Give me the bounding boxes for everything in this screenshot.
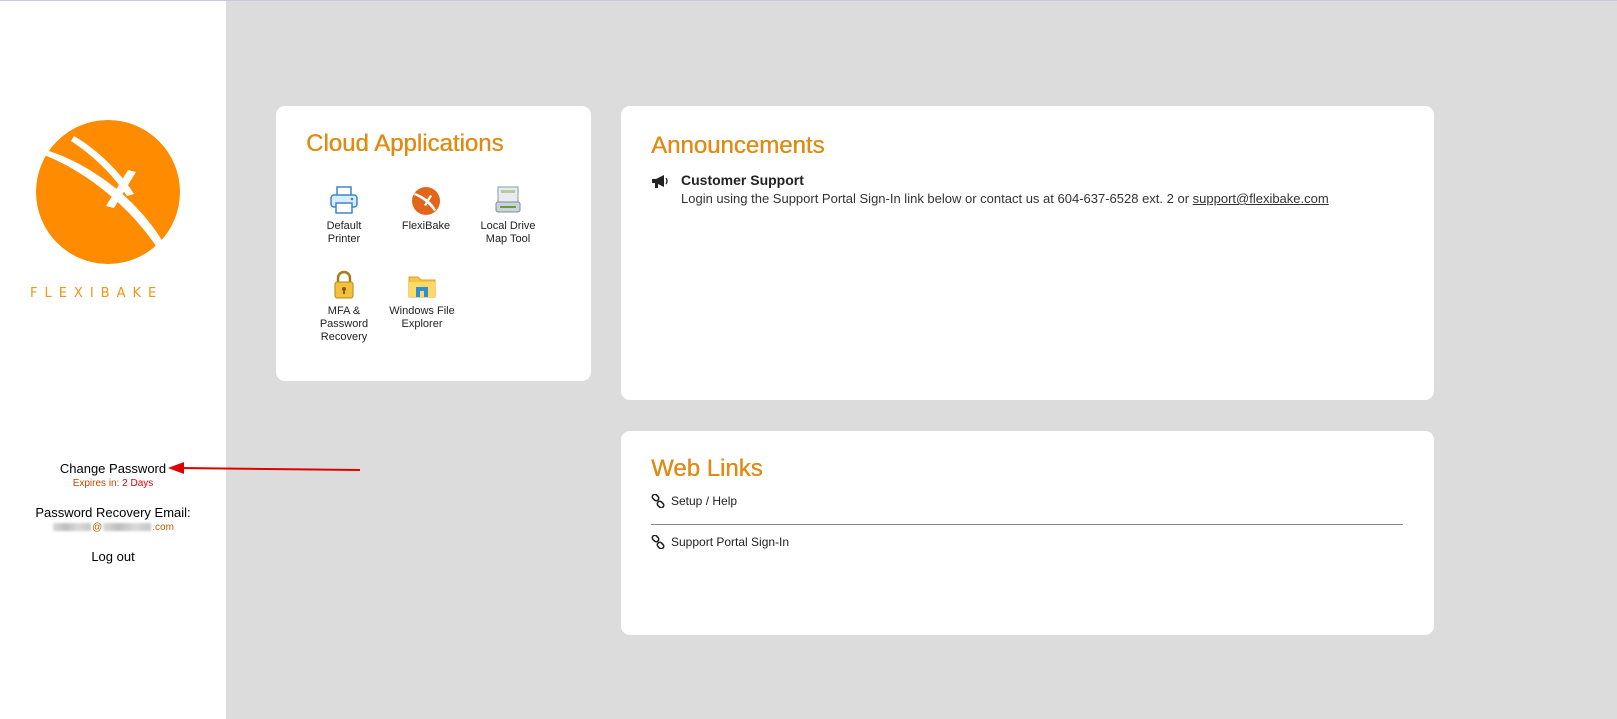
flexibake-icon (412, 187, 440, 215)
top-border (0, 0, 1617, 1)
app-label: Default (326, 220, 362, 232)
cloud-applications-title: Cloud Applications (306, 130, 504, 157)
annotation-arrow (168, 462, 361, 474)
web-links-panel: Web Links Setup / Help Support Portal Si… (621, 431, 1434, 635)
redacted-text (103, 523, 152, 532)
app-default-printer[interactable]: Default Printer (304, 184, 384, 246)
expiry-label: Expires in: (72, 478, 120, 489)
divider (651, 524, 1403, 525)
recovery-email-value: @ .com (0, 522, 226, 533)
app-mfa-password-recovery[interactable]: MFA & Password Recovery (304, 269, 384, 344)
web-links-title: Web Links (651, 455, 763, 482)
password-expiry: Expires in: 2 Days (0, 478, 226, 489)
app-label: Windows File (389, 305, 455, 317)
app-label: Password (319, 318, 369, 330)
app-flexibake[interactable]: FlexiBake (386, 184, 466, 233)
folder-icon (408, 276, 436, 298)
announcements-title: Announcements (651, 132, 825, 159)
email-suffix: .com (152, 522, 174, 533)
web-link-support-portal[interactable]: Support Portal Sign-In (651, 535, 1403, 549)
app-windows-file-explorer[interactable]: Windows File Explorer (382, 269, 462, 331)
web-link-label: Support Portal Sign-In (671, 535, 790, 549)
expiry-days: 2 Days (122, 478, 154, 489)
redacted-text (53, 523, 92, 532)
account-links: Change Password Expires in: 2 Days Passw… (0, 461, 226, 564)
announcement-body: Login using the Support Portal Sign-In l… (681, 191, 1329, 206)
announcement-title: Customer Support (681, 172, 804, 188)
sidebar: FLEXIBAKE Change Password Expires in: 2 … (0, 1, 226, 719)
recovery-email-label: Password Recovery Email: (35, 505, 191, 520)
link-icon (651, 494, 665, 508)
link-icon (651, 535, 665, 549)
app-label: Local Drive (480, 220, 536, 232)
app-local-drive-map-tool[interactable]: Local Drive Map Tool (468, 184, 548, 246)
printer-icon (330, 186, 358, 214)
announcements-panel: Announcements Customer Support Login usi… (621, 106, 1434, 400)
brand-wordmark: FLEXIBAKE (30, 286, 164, 301)
app-label: Explorer (401, 318, 443, 330)
logout-link[interactable]: Log out (0, 549, 226, 564)
support-email-link[interactable]: support@flexibake.com (1193, 191, 1329, 206)
email-at: @ (92, 522, 103, 533)
drive-map-icon (495, 186, 521, 213)
app-label: Recovery (320, 331, 368, 343)
app-label: Map Tool (485, 233, 531, 245)
megaphone-icon (652, 175, 668, 188)
cloud-applications-panel: Cloud Applications Default Printer Flexi… (276, 106, 591, 381)
app-label: Printer (327, 233, 361, 245)
flexibake-logo (28, 120, 194, 310)
app-label: MFA & (327, 305, 361, 317)
lock-icon (334, 270, 354, 299)
app-label: FlexiBake (401, 220, 451, 232)
announcement-text: Login using the Support Portal Sign-In l… (681, 191, 1193, 206)
web-link-setup-help[interactable]: Setup / Help (651, 494, 1403, 508)
web-link-label: Setup / Help (671, 494, 738, 508)
